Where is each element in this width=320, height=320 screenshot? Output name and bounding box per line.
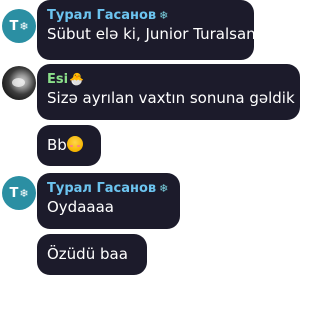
message-bubble[interactable]: Özüdü baa bbox=[37, 234, 147, 275]
message-text: Sizə ayrılan vaxtın sonuna gəldik bbox=[47, 89, 295, 107]
sender-name[interactable]: Турал Гасанов ❄ bbox=[47, 180, 170, 197]
avatar-initial: T bbox=[9, 185, 19, 201]
avatar-esi[interactable] bbox=[2, 66, 36, 100]
message-bubble[interactable]: Турал Гасанов ❄ Oydaaaa bbox=[37, 173, 180, 229]
snowflake-icon: ❄ bbox=[19, 19, 29, 33]
message-bubble[interactable]: Esi🐣 Sizə ayrılan vaxtın sonuna gəldik bbox=[37, 64, 300, 120]
blushing-smile-emoji-icon bbox=[66, 136, 83, 152]
avatar-initial: T bbox=[9, 18, 19, 34]
avatar-tural[interactable]: T ❄ bbox=[2, 9, 36, 43]
avatar-tural[interactable]: T ❄ bbox=[2, 176, 36, 210]
sender-name[interactable]: Esi🐣 bbox=[47, 71, 290, 88]
message-text: Oydaaaa bbox=[47, 198, 114, 216]
sender-name[interactable]: Турал Гасанов ❄ bbox=[47, 7, 244, 24]
baby-chick-icon: 🐣 bbox=[69, 72, 85, 86]
message-text: Özüdü baa bbox=[47, 245, 128, 263]
message-bubble[interactable]: Турал Гасанов ❄ Sübut elə ki, Junior Tura… bbox=[37, 0, 256, 60]
snowflake-icon: ❄ bbox=[19, 186, 29, 200]
message-bubble[interactable]: Bb bbox=[37, 125, 101, 166]
message-text: Sübut elə ki, Junior Turalsan bbox=[47, 25, 256, 43]
message-text: Bb bbox=[47, 135, 91, 155]
snowflake-icon: ❄ bbox=[159, 182, 169, 195]
snowflake-icon: ❄ bbox=[159, 9, 169, 22]
